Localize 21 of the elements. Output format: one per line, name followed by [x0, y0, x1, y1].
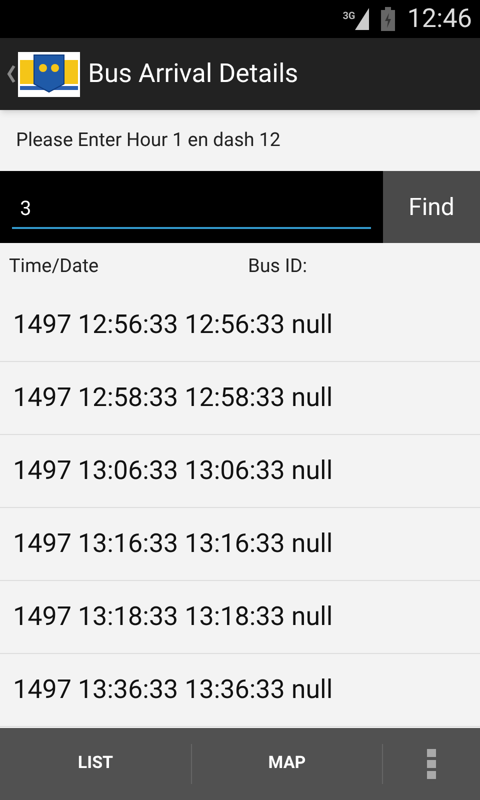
- tab-button[interactable]: LIST: [0, 744, 191, 784]
- arrival-row-text[interactable]: 1497 13:18:33 13:18:33 null: [13, 598, 333, 636]
- arrival-row-text[interactable]: 1497 13:16:33 13:16:33 null: [13, 524, 333, 564]
- overflow-menu-icon[interactable]: [427, 748, 436, 780]
- screen-title: Bus Arrival Details: [88, 58, 298, 90]
- hour-input-field[interactable]: 3: [0, 171, 383, 243]
- network-label: 3G: [342, 12, 356, 22]
- arrival-row-text[interactable]: 1497 13:06:33 13:06:33 null: [13, 452, 333, 490]
- arrival-row-text[interactable]: 1497 12:56:33 12:56:33 null: [13, 306, 333, 344]
- battery-icon: [381, 7, 396, 31]
- arrival-row-text[interactable]: 1497 13:36:33 13:36:33 null: [13, 670, 333, 710]
- app-logo-icon: [18, 52, 80, 96]
- prompt-text: Please Enter Hour 1 en dash 12: [16, 127, 280, 154]
- tab-button[interactable]: MAP: [191, 744, 382, 784]
- clock: 12:46: [407, 2, 472, 36]
- signal-icon: [355, 8, 370, 30]
- column-header: Time/Date: [8, 252, 100, 279]
- column-header: Bus ID:: [248, 252, 308, 279]
- arrival-row-text[interactable]: 1497 12:58:33 12:58:33 null: [13, 378, 333, 418]
- find-button[interactable]: Find: [383, 171, 480, 243]
- back-chevron-icon: [6, 64, 16, 84]
